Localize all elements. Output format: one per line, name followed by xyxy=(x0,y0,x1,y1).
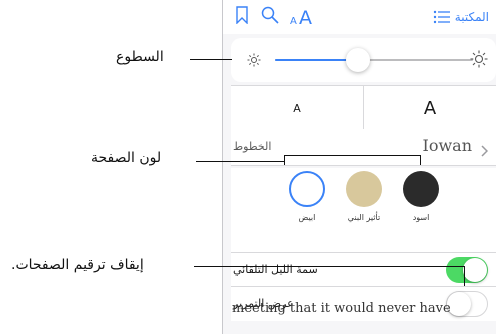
callout-brightness: السطوع xyxy=(116,49,164,65)
theme-white[interactable]: ابيض xyxy=(277,168,337,222)
theme-white-label: ابيض xyxy=(298,213,316,222)
auto-night-theme-label: سمة الليل التلقائي xyxy=(233,263,318,276)
decrease-font-button[interactable]: A xyxy=(231,86,364,130)
sun-large-icon xyxy=(470,50,488,72)
theme-black-swatch[interactable] xyxy=(403,171,439,207)
callout-pagination-line-drop xyxy=(464,266,465,286)
appearance-popover: A A الخطوط Iowan ابيض تأثير البني اسود س… xyxy=(222,34,496,334)
theme-sepia-swatch[interactable] xyxy=(346,171,382,207)
theme-sepia[interactable]: تأثير البني xyxy=(334,168,394,222)
font-size-controls: A A xyxy=(231,85,496,131)
text-size-icon[interactable]: A A xyxy=(289,4,319,30)
list-icon[interactable] xyxy=(433,9,451,28)
callout-brightness-line xyxy=(190,59,232,60)
increase-font-button[interactable]: A xyxy=(364,86,496,130)
callout-page-color-bracket xyxy=(284,155,420,156)
book-page-text: meeting that it would never have xyxy=(232,300,492,329)
theme-sepia-label: تأثير البني xyxy=(347,213,381,222)
brightness-control xyxy=(231,38,496,82)
callout-page-color-bracket-left xyxy=(284,155,285,165)
sun-small-icon xyxy=(247,52,261,71)
svg-text:A: A xyxy=(299,7,312,26)
fonts-label: الخطوط xyxy=(233,140,272,153)
callout-pagination: إيقاف ترقيم الصفحات. xyxy=(11,257,144,273)
font-value: Iowan xyxy=(422,136,473,155)
auto-night-theme-row: سمة الليل التلقائي xyxy=(231,252,496,287)
theme-black-label: اسود xyxy=(412,213,430,222)
book-text-line: meeting that it would never have xyxy=(232,301,451,316)
theme-white-swatch[interactable] xyxy=(289,171,325,207)
brightness-slider-thumb[interactable] xyxy=(346,48,371,72)
bookmark-icon[interactable] xyxy=(236,6,248,28)
callout-page-color-line xyxy=(196,161,284,162)
search-icon[interactable] xyxy=(261,6,279,28)
svg-text:A: A xyxy=(290,16,297,26)
chevron-right-icon xyxy=(481,142,489,161)
theme-black[interactable]: اسود xyxy=(391,168,451,222)
callout-pagination-line xyxy=(194,266,464,267)
toggle-knob xyxy=(463,258,487,282)
page-color-themes: ابيض تأثير البني اسود xyxy=(231,168,496,252)
toolbar: A A المكتبة xyxy=(222,0,496,34)
callout-page-color: لون الصفحة xyxy=(91,150,162,166)
library-button[interactable]: المكتبة xyxy=(455,10,489,24)
callout-page-color-bracket-right xyxy=(420,155,421,165)
brightness-slider[interactable] xyxy=(275,48,473,72)
auto-night-theme-toggle[interactable] xyxy=(446,257,488,283)
